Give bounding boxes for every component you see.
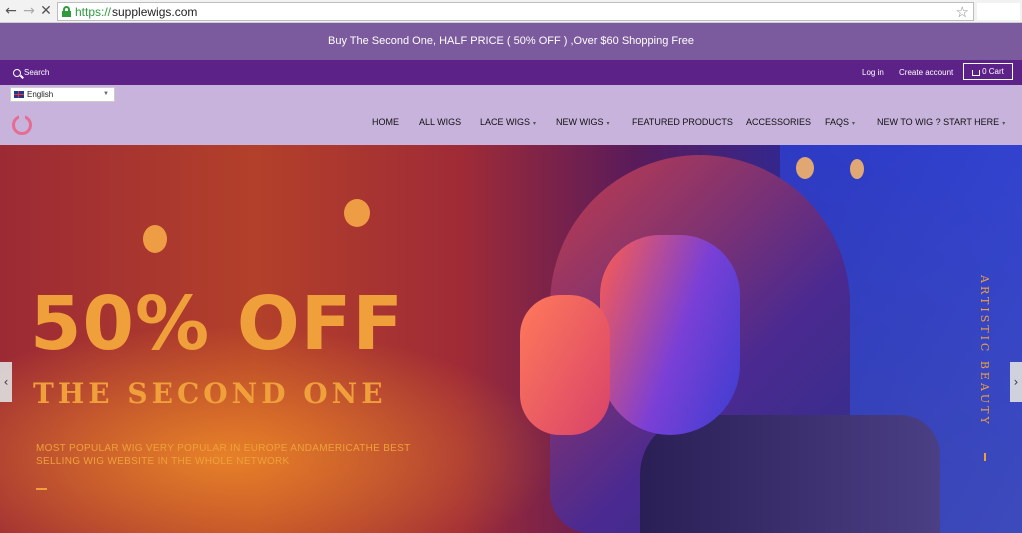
cart-icon: [972, 69, 981, 76]
hero-dash: [36, 488, 47, 490]
nav-item-all-wigs[interactable]: ALL WIGS: [419, 117, 461, 127]
search-label: Search: [24, 68, 50, 77]
login-link[interactable]: Log in: [862, 68, 884, 77]
nav-label: FAQS: [825, 117, 850, 127]
browser-extension-area: [977, 3, 1020, 20]
nav-item-faqs[interactable]: FAQS ▾: [825, 117, 855, 127]
nav-label: HOME: [372, 117, 399, 127]
bookmark-star-icon[interactable]: ☆: [956, 3, 969, 21]
cart-button[interactable]: 0 Cart: [963, 63, 1013, 80]
chevron-down-icon: ▾: [1002, 121, 1006, 127]
bokeh-light: [143, 225, 167, 253]
nav-item-home[interactable]: HOME: [372, 117, 399, 127]
bokeh-light: [344, 199, 370, 227]
create-account-link[interactable]: Create account: [899, 68, 953, 77]
lock-icon: [62, 6, 71, 17]
language-select[interactable]: English ▼: [10, 87, 115, 102]
search-icon: [13, 68, 21, 77]
uk-flag-icon: [14, 91, 24, 98]
slider-next-button[interactable]: ›: [1010, 362, 1022, 402]
nav-item-new-to-wig[interactable]: NEW TO WIG ? START HERE ▾: [877, 117, 1005, 127]
nav-item-featured-products[interactable]: FEATURED PRODUCTS: [632, 117, 733, 127]
back-icon[interactable]: ←: [3, 3, 19, 19]
search-button[interactable]: Search: [13, 68, 49, 77]
nav-item-new-wigs[interactable]: NEW WIGS ▾: [556, 117, 610, 127]
chevron-down-icon: ▾: [606, 121, 610, 127]
chevron-down-icon: ▾: [533, 121, 537, 127]
url-scheme: https://: [75, 5, 112, 19]
hero-vertical-text: ARTISTIC BEAUTY: [978, 275, 991, 427]
cart-label: 0 Cart: [982, 67, 1004, 76]
nav-label: LACE WIGS: [480, 117, 531, 127]
nav-label: NEW WIGS: [556, 117, 604, 127]
slider-prev-button[interactable]: ‹: [0, 362, 12, 402]
utility-bar: Search Log in Create account 0 Cart: [0, 60, 1022, 85]
nav-label: NEW TO WIG ? START HERE: [877, 117, 1000, 127]
announcement-bar: Buy The Second One, HALF PRICE ( 50% OFF…: [0, 23, 1022, 60]
browser-toolbar: ← → ✕ https:// supplewigs.com ☆: [0, 0, 1022, 23]
hero-banner[interactable]: 50% OFF THE SECOND ONE MOST POPULAR WIG …: [0, 145, 1022, 533]
hero-description: MOST POPULAR WIG VERY POPULAR IN EUROPE …: [36, 443, 411, 467]
language-value: English: [27, 90, 54, 99]
site-logo[interactable]: [12, 113, 32, 135]
nav-item-lace-wigs[interactable]: LACE WIGS ▾: [480, 117, 536, 127]
chevron-down-icon: ▼: [103, 91, 109, 97]
hero-model-image: [520, 145, 940, 533]
address-bar[interactable]: https:// supplewigs.com ☆: [57, 2, 974, 21]
nav-item-accessories[interactable]: ACCESSORIES: [746, 117, 811, 127]
nav-label: FEATURED PRODUCTS: [632, 117, 733, 127]
site-header: English ▼ HOME ALL WIGS LACE WIGS ▾ NEW W…: [0, 85, 1022, 145]
hero-headline: 50% OFF: [30, 281, 404, 367]
url-host: supplewigs.com: [112, 5, 198, 19]
nav-label: ACCESSORIES: [746, 117, 812, 127]
nav-label: ALL WIGS: [419, 117, 462, 127]
forward-icon[interactable]: →: [21, 3, 37, 19]
vertical-divider: [984, 453, 986, 461]
stop-icon[interactable]: ✕: [38, 3, 54, 19]
chevron-down-icon: ▾: [852, 121, 856, 127]
hero-subheadline: THE SECOND ONE: [33, 377, 387, 410]
